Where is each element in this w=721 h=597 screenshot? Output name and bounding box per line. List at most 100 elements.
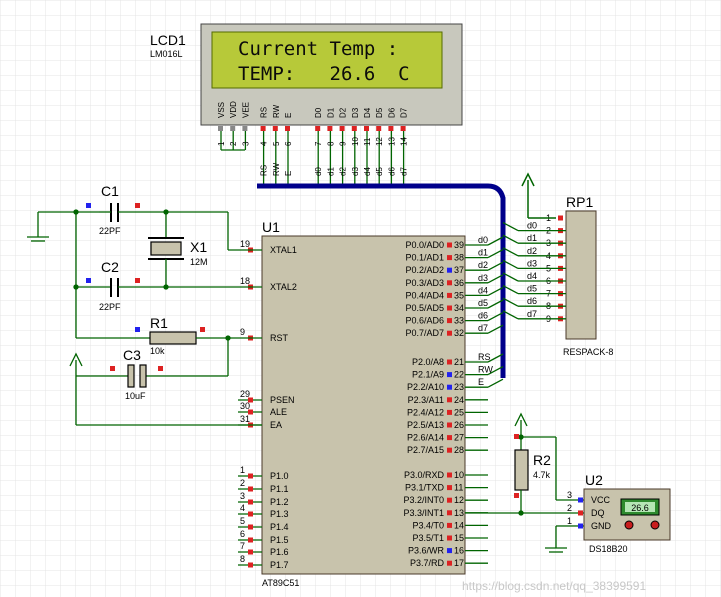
c2-ref: C2 — [101, 259, 119, 275]
mcu-right-pin-name: P3.0/RXD — [404, 470, 445, 480]
rp1-net-label: d3 — [527, 258, 537, 268]
rp1-net-label: d6 — [527, 296, 537, 306]
mcu-right-pin-number: 13 — [454, 508, 464, 518]
mcu-left-pin-number: 9 — [240, 327, 245, 337]
u2-ref: U2 — [585, 472, 603, 488]
mcu-right-pin-name: P2.6/A14 — [407, 433, 444, 443]
lcd-pin-marker — [351, 126, 357, 131]
mcu-right-pin-number: 14 — [454, 520, 464, 530]
mcu-net-label: d7 — [478, 323, 488, 333]
lcd-line-2: TEMP: 26.6 C — [238, 63, 410, 85]
mcu-left-pin-name: P1.0 — [270, 471, 289, 481]
rp1-pin-marker — [558, 215, 563, 221]
junction — [518, 434, 524, 440]
mcu-right-pin-name: P2.3/A11 — [408, 395, 444, 405]
u2-pin-name: DQ — [591, 508, 605, 518]
mcu-right-pin-marker — [447, 397, 452, 403]
mcu-net-label: RS — [478, 352, 491, 362]
lcd-pin-number: 13 — [387, 137, 396, 146]
mcu-right-pin-number: 23 — [454, 382, 464, 392]
mcu-right-pin-number: 35 — [454, 290, 464, 300]
r1-value: 10k — [150, 346, 165, 356]
mcu-left-pin-marker — [248, 524, 253, 530]
lcd-pin-number: 6 — [284, 141, 293, 146]
lcd-pin-label: VEE — [241, 102, 250, 118]
rp1-net-label: d1 — [527, 233, 537, 243]
mcu-net-label: d2 — [478, 260, 488, 270]
mcu-right-pin-name: P3.5/T1 — [412, 533, 444, 543]
mcu-right-pin-name: P0.2/AD2 — [405, 265, 444, 275]
mcu-right-pin-name: P3.2/INT0 — [403, 495, 444, 505]
rp1-net-label: d4 — [527, 271, 537, 281]
mcu-left-pin-name: XTAL1 — [270, 245, 297, 255]
mcu-right-pin-marker — [447, 435, 452, 441]
mcu-right-pin-marker — [447, 255, 452, 261]
u2-pin-marker — [578, 497, 583, 503]
lcd-pin-marker — [364, 126, 369, 131]
mcu-left-pin-number: 5 — [240, 516, 245, 526]
lcd-bus-label: E — [284, 171, 293, 176]
lcd-pin-number: 14 — [400, 137, 409, 146]
lcd-pin-marker — [327, 126, 333, 131]
mcu-right-pin-number: 10 — [454, 470, 464, 480]
mcu-right-pin-name: P3.7/RD — [410, 558, 445, 568]
u2-button-up-icon[interactable] — [650, 520, 660, 530]
mcu-left-pin-number: 3 — [240, 491, 245, 501]
mcu-left-pin-name: P1.7 — [270, 560, 289, 570]
mcu-net-label: E — [478, 377, 484, 387]
lcd-bus-label: RS — [260, 165, 269, 176]
mcu-left-pin-name: P1.5 — [270, 535, 289, 545]
mcu-right-pin-name: P0.7/AD7 — [405, 328, 444, 338]
r1-ref: R1 — [150, 315, 168, 331]
lcd-pin-number: 2 — [229, 141, 238, 146]
mcu-right-pin-marker — [447, 422, 452, 428]
mcu-right-pin-marker — [447, 330, 452, 336]
lcd-pin-marker — [315, 126, 321, 131]
lcd-bus-label: d6 — [387, 167, 396, 176]
mcu-left-pin-number: 1 — [240, 465, 245, 475]
lcd-pin-marker — [285, 126, 290, 131]
mcu-right-pin-name: P2.5/A13 — [407, 420, 444, 430]
mcu-left-pin-marker — [248, 537, 253, 543]
rp1-net-label: d2 — [527, 246, 537, 256]
mcu-left-pin-number: 19 — [240, 239, 250, 249]
mcu-right-pin-name: P2.4/A12 — [407, 407, 444, 417]
mcu-right-pin-name: P3.6/WR — [408, 546, 445, 556]
lcd-pin-number: 3 — [241, 141, 250, 146]
lcd-pin-label: D7 — [400, 107, 409, 118]
lcd-pin-marker — [388, 126, 394, 131]
c1-value: 22PF — [99, 226, 121, 236]
mcu-left-pin-marker — [248, 549, 253, 555]
mcu-right-pin-number: 26 — [454, 420, 464, 430]
mcu-right-pin-marker — [447, 485, 452, 491]
lcd-pin-label: D0 — [314, 107, 323, 118]
lcd-pin-marker — [242, 126, 248, 131]
r2-ref: R2 — [533, 452, 551, 468]
lcd-pin-label: VSS — [217, 102, 226, 118]
mcu-right-pin-marker — [447, 267, 452, 273]
mcu-right-pin-number: 33 — [454, 316, 464, 326]
lcd-bus-label: d3 — [351, 167, 360, 176]
mcu-left-pin-number: 4 — [240, 503, 245, 513]
mcu-right-pin-marker — [447, 409, 452, 415]
mcu-right-pin-number: 39 — [454, 240, 464, 250]
mcu-right-pin-name: P0.4/AD4 — [405, 290, 444, 300]
u2-pin-name: VCC — [591, 495, 611, 505]
mcu-right-pin-number: 38 — [454, 253, 464, 263]
u2-button-down-icon[interactable] — [624, 520, 634, 530]
lcd-pin-marker — [230, 126, 236, 131]
mcu-right-pin-name: P3.1/TXD — [405, 483, 445, 493]
mcu-component[interactable]: U1 AT89C51 19XTAL118XTAL29RST29PSEN30ALE… — [238, 219, 504, 588]
r1-body — [149, 331, 197, 345]
lcd-pin-number: 12 — [375, 137, 384, 146]
mcu-left-pin-name: P1.4 — [270, 522, 289, 532]
lcd-pin-number: 11 — [363, 137, 372, 146]
lcd-bus-label: d1 — [326, 167, 335, 176]
lcd-pin-label: D3 — [351, 107, 360, 118]
lcd-pin-label: VDD — [229, 101, 238, 118]
lcd-pin-number: 9 — [339, 141, 348, 146]
mcu-left-pin-number: 29 — [240, 389, 250, 399]
mcu-left-pin-marker — [248, 499, 253, 505]
mcu-left-pin-name: P1.6 — [270, 547, 289, 557]
junction — [73, 284, 79, 290]
